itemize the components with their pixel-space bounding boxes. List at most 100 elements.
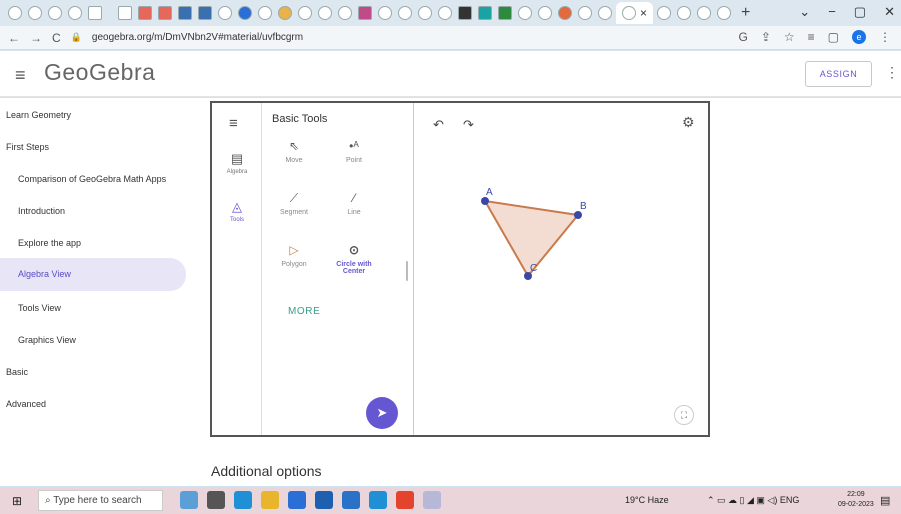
point-b[interactable] bbox=[574, 211, 582, 219]
tab-favicon[interactable] bbox=[28, 6, 42, 20]
task-view-icon[interactable] bbox=[207, 491, 225, 509]
system-tray[interactable]: ⌃ ▭ ☁ ▯ ◢ ▣ ◁) ENG bbox=[707, 495, 799, 506]
reload-icon[interactable]: C bbox=[52, 31, 61, 45]
geogebra-logo[interactable]: GeoGebra bbox=[44, 59, 155, 86]
algebra-rail-label: Algebra bbox=[226, 169, 248, 175]
close-window-button[interactable]: ✕ bbox=[884, 4, 895, 20]
bookmark-star-icon[interactable]: ☆ bbox=[784, 30, 795, 44]
kebab-icon[interactable]: ⋮ bbox=[885, 64, 899, 81]
tab-favicon[interactable] bbox=[478, 6, 492, 20]
app-icon[interactable] bbox=[423, 491, 441, 509]
tab-favicon[interactable] bbox=[378, 6, 392, 20]
tab-favicon[interactable] bbox=[498, 6, 512, 20]
taskbar-search-input[interactable]: ⌕ Type here to search bbox=[38, 490, 163, 511]
gmail-tab-icon[interactable] bbox=[158, 6, 172, 20]
sidebar-item-comparison[interactable]: Comparison of GeoGebra Math Apps bbox=[0, 164, 186, 194]
sidebar-item-basic[interactable]: Basic bbox=[0, 357, 186, 387]
minimize-button[interactable]: − bbox=[828, 4, 836, 20]
google-tab-icon[interactable] bbox=[438, 6, 452, 20]
tab-favicon[interactable] bbox=[8, 6, 22, 20]
tab-favicon[interactable] bbox=[677, 6, 692, 20]
tool-point[interactable]: •ᴬ Point bbox=[326, 139, 382, 164]
forward-icon[interactable]: → bbox=[30, 31, 42, 45]
app-icon[interactable] bbox=[369, 491, 387, 509]
notification-icon[interactable]: ▤ bbox=[880, 494, 890, 507]
sidebar-item-tools-view[interactable]: Tools View bbox=[0, 293, 186, 323]
google-tab-icon[interactable] bbox=[657, 6, 672, 20]
sidebar-item-introduction[interactable]: Introduction bbox=[0, 196, 186, 226]
tab-favicon[interactable] bbox=[48, 6, 62, 20]
taskbar-clock[interactable]: 22:09 09-02-2023 bbox=[838, 490, 874, 510]
reading-list-icon[interactable]: ≡ bbox=[808, 30, 815, 44]
sidebar-item-algebra-view[interactable]: Algebra View bbox=[0, 258, 186, 291]
tab-favicon[interactable] bbox=[538, 6, 552, 20]
back-icon[interactable]: ← bbox=[8, 31, 20, 45]
edge-app-icon[interactable] bbox=[234, 491, 252, 509]
algebra-rail-button[interactable]: ▤ Algebra bbox=[212, 151, 262, 175]
mail-app-icon[interactable] bbox=[315, 491, 333, 509]
hamburger-icon[interactable]: ≡ bbox=[15, 65, 26, 86]
graphics-canvas[interactable]: A B C bbox=[415, 103, 708, 435]
tool-polygon[interactable]: ▷ Polygon bbox=[266, 243, 322, 268]
google-tab-icon[interactable] bbox=[398, 6, 412, 20]
applet-menu-icon[interactable]: ≡ bbox=[229, 115, 238, 132]
cursor-fab-button[interactable]: ➤ bbox=[366, 397, 398, 429]
tool-line[interactable]: ⁄ Line bbox=[326, 191, 382, 216]
maximize-button[interactable]: ▢ bbox=[854, 4, 866, 20]
more-tools-button[interactable]: MORE bbox=[288, 306, 320, 317]
tool-move[interactable]: ⇖ Move bbox=[266, 139, 322, 164]
tab-favicon[interactable] bbox=[258, 6, 272, 20]
tab-favicon[interactable] bbox=[238, 6, 252, 20]
file-explorer-icon[interactable] bbox=[261, 491, 279, 509]
tab-favicon[interactable] bbox=[318, 6, 332, 20]
tool-circle-with-center[interactable]: ⊙ Circle with Center bbox=[326, 243, 382, 275]
windows-start-icon[interactable]: ⊞ bbox=[12, 494, 22, 508]
chrome-app-icon[interactable] bbox=[396, 491, 414, 509]
sidebar-item-advanced[interactable]: Advanced bbox=[0, 389, 186, 419]
photos-app-icon[interactable] bbox=[342, 491, 360, 509]
browser-menu-icon[interactable]: ⋮ bbox=[879, 30, 891, 44]
tab-favicon[interactable] bbox=[298, 6, 312, 20]
tab-favicon[interactable] bbox=[198, 6, 212, 20]
tab-favicon[interactable] bbox=[697, 6, 712, 20]
point-a[interactable] bbox=[481, 197, 489, 205]
tools-rail-button[interactable]: ◬ Tools bbox=[212, 199, 262, 223]
widgets-app-icon[interactable] bbox=[180, 491, 198, 509]
google-lens-icon[interactable]: G bbox=[738, 30, 747, 44]
tools-scrollbar[interactable] bbox=[406, 261, 408, 281]
tab-favicon[interactable] bbox=[558, 6, 572, 20]
new-tab-button[interactable]: + bbox=[741, 4, 750, 22]
google-tab-icon[interactable] bbox=[338, 6, 352, 20]
tab-active[interactable]: × bbox=[616, 2, 654, 24]
tab-favicon[interactable] bbox=[418, 6, 432, 20]
tab-favicon[interactable] bbox=[458, 6, 472, 20]
sidebar-item-graphics-view[interactable]: Graphics View bbox=[0, 325, 186, 355]
side-panel-icon[interactable]: ▢ bbox=[828, 30, 839, 44]
store-app-icon[interactable] bbox=[288, 491, 306, 509]
tab-favicon[interactable] bbox=[278, 6, 292, 20]
fullscreen-icon[interactable]: ⛶ bbox=[674, 405, 694, 425]
tab-favicon[interactable] bbox=[578, 6, 592, 20]
tab-favicon[interactable] bbox=[68, 6, 82, 20]
tool-segment[interactable]: ⟋ Segment bbox=[266, 191, 322, 216]
weather-widget[interactable]: 19°C Haze bbox=[625, 495, 669, 505]
sidebar-item-explore-app[interactable]: Explore the app bbox=[0, 228, 186, 258]
tab-favicon[interactable] bbox=[88, 6, 102, 20]
sidebar-item-first-steps[interactable]: First Steps bbox=[0, 132, 186, 162]
tab-favicon[interactable] bbox=[518, 6, 532, 20]
tab-favicon[interactable] bbox=[218, 6, 232, 20]
gmail-tab-icon[interactable] bbox=[138, 6, 152, 20]
tab-favicon[interactable] bbox=[178, 6, 192, 20]
graphics-view[interactable]: ↶ ↷ ⚙ A B C ⛶ bbox=[415, 103, 708, 435]
profile-avatar[interactable]: e bbox=[852, 30, 866, 44]
tab-favicon[interactable] bbox=[598, 6, 612, 20]
share-icon[interactable]: ⇪ bbox=[761, 30, 771, 44]
google-tab-icon[interactable] bbox=[717, 6, 732, 20]
tab-favicon[interactable] bbox=[118, 6, 132, 20]
tab-search-icon[interactable]: ⌄ bbox=[799, 4, 810, 20]
url-input[interactable]: geogebra.org/m/DmVNbn2V#material/uvfbcgr… bbox=[92, 32, 303, 43]
assign-button[interactable]: ASSIGN bbox=[805, 61, 872, 87]
close-tab-icon[interactable]: × bbox=[640, 6, 647, 20]
sidebar-item-learn-geometry[interactable]: Learn Geometry bbox=[0, 100, 186, 130]
tab-favicon[interactable] bbox=[358, 6, 372, 20]
